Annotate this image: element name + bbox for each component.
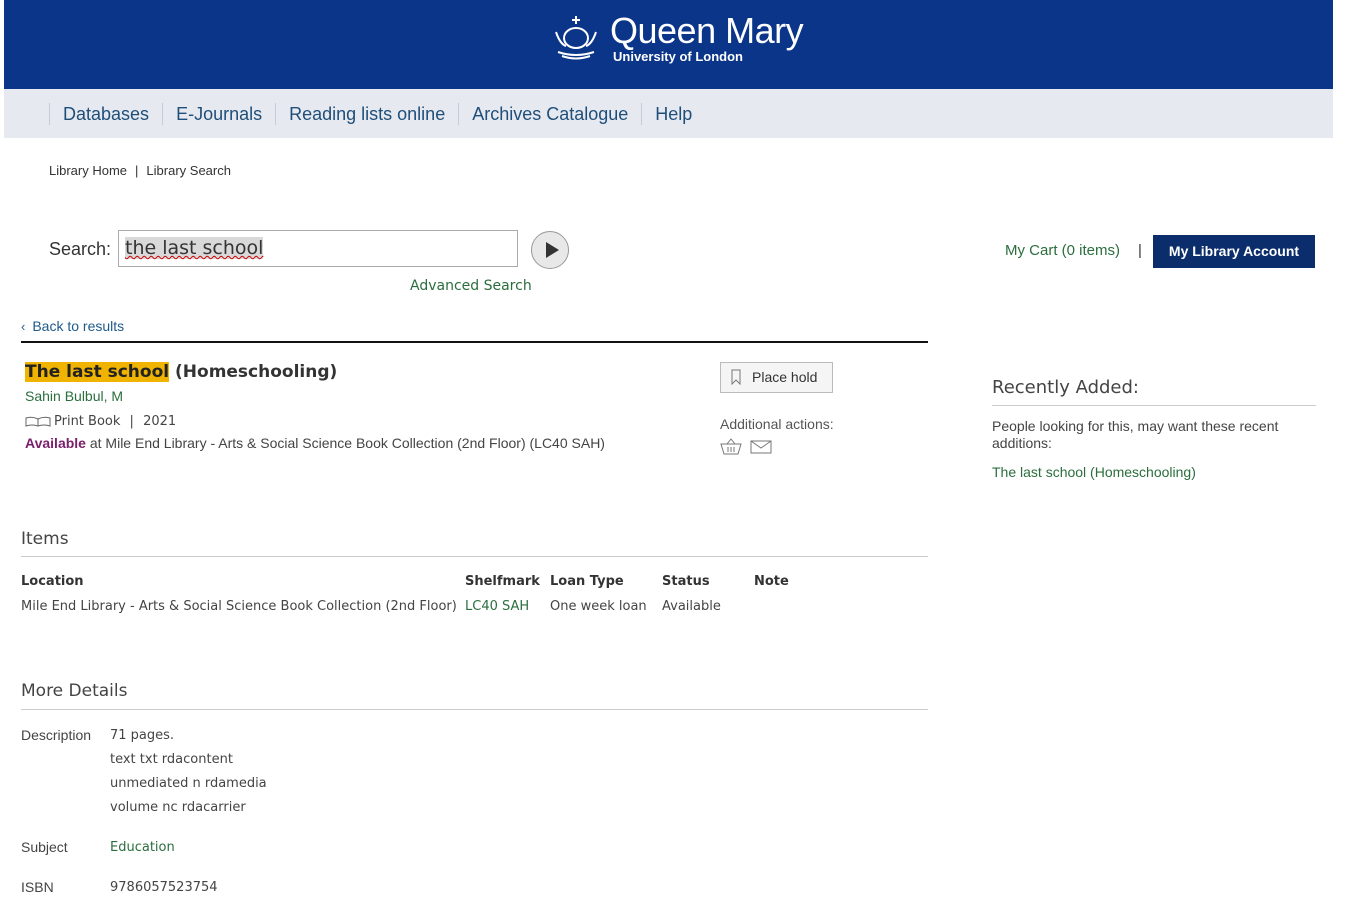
advanced-search-link[interactable]: Advanced Search [410, 278, 532, 294]
availability-status: Available [25, 435, 86, 451]
divider [21, 556, 928, 557]
my-cart-link[interactable]: My Cart (0 items) [1005, 242, 1120, 259]
record-format: Print Book | 2021 [25, 414, 176, 429]
column-loan-type: Loan Type [550, 574, 624, 589]
title-highlight: The last school [25, 362, 170, 382]
column-note: Note [754, 574, 789, 589]
description-line: unmediated n rdamedia [110, 776, 267, 791]
description-line: 71 pages. [110, 728, 175, 743]
item-loan-type: One week loan [550, 599, 647, 614]
site-header: Queen Mary University of London [4, 0, 1333, 89]
top-nav: Databases E-Journals Reading lists onlin… [4, 89, 1333, 138]
record-title[interactable]: The last school (Homeschooling) [25, 362, 337, 382]
breadcrumb: Library Home | Library Search [49, 163, 231, 178]
breadcrumb-current[interactable]: Library Search [146, 163, 231, 178]
column-status: Status [662, 574, 710, 589]
nav-archives-catalogue[interactable]: Archives Catalogue [458, 103, 641, 125]
recently-added-link[interactable]: The last school (Homeschooling) [992, 464, 1196, 480]
isbn-value: 9786057523754 [110, 880, 218, 895]
recently-added-text: People looking for this, may want these … [992, 418, 1279, 451]
breadcrumb-home[interactable]: Library Home [49, 163, 127, 178]
more-details-heading: More Details [21, 681, 128, 701]
university-logo[interactable]: Queen Mary University of London [550, 10, 804, 64]
subject-label: Subject [21, 839, 68, 855]
description-label: Description [21, 727, 92, 743]
nav-help[interactable]: Help [641, 103, 705, 125]
search-submit-button[interactable] [531, 231, 569, 269]
format-label: Print Book [54, 414, 121, 429]
items-heading: Items [21, 529, 69, 549]
additional-actions [720, 438, 772, 455]
column-shelfmark: Shelfmark [465, 574, 540, 589]
chevron-left-icon: ‹ [21, 319, 26, 334]
record-author-link[interactable]: Sahin Bulbul, M [25, 388, 123, 404]
back-label: Back to results [32, 318, 125, 334]
item-shelfmark-link[interactable]: LC40 SAH [465, 599, 529, 614]
search-input-value: the last school [125, 237, 264, 259]
divider [992, 405, 1316, 406]
my-library-account-button[interactable]: My Library Account [1153, 235, 1315, 268]
item-status: Available [662, 599, 721, 614]
item-location: Mile End Library - Arts & Social Science… [21, 599, 457, 614]
search-input[interactable]: the last school [118, 230, 518, 267]
availability: Available at Mile End Library - Arts & S… [25, 435, 605, 451]
format-separator: | [129, 414, 134, 429]
back-to-results-link[interactable]: ‹ Back to results [21, 318, 124, 334]
nav-databases[interactable]: Databases [49, 103, 162, 125]
additional-actions-label: Additional actions: [720, 416, 834, 432]
recently-added-heading: Recently Added: [992, 377, 1139, 398]
title-rest: (Homeschooling) [169, 362, 338, 382]
divider [21, 341, 928, 343]
crown-logo-icon [555, 16, 597, 60]
column-location: Location [21, 574, 84, 589]
page: Queen Mary University of London Database… [4, 0, 1333, 909]
description-line: volume nc rdacarrier [110, 800, 246, 815]
divider [21, 709, 928, 710]
book-icon [25, 416, 51, 427]
search-label: Search: [49, 239, 112, 259]
nav-reading-lists[interactable]: Reading lists online [275, 103, 458, 125]
place-hold-button[interactable]: Place hold [720, 362, 833, 393]
email-icon[interactable] [750, 438, 772, 455]
nav-ejournals[interactable]: E-Journals [162, 103, 275, 125]
bookmark-icon [731, 369, 741, 385]
description-line: text txt rdacontent [110, 752, 233, 767]
cart-separator: | [1138, 242, 1142, 259]
subject-link[interactable]: Education [110, 840, 175, 855]
logo-subtitle: University of London [613, 49, 743, 64]
record-year: 2021 [143, 414, 177, 429]
isbn-label: ISBN [21, 879, 54, 895]
breadcrumb-separator: | [135, 163, 139, 178]
place-hold-label: Place hold [752, 369, 818, 385]
basket-icon[interactable] [720, 438, 742, 455]
logo-name: Queen Mary [610, 10, 804, 51]
availability-location: at Mile End Library - Arts & Social Scie… [85, 435, 605, 451]
